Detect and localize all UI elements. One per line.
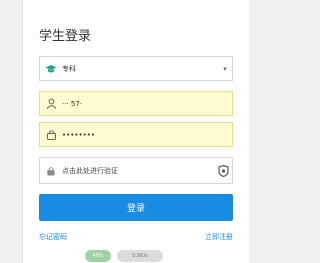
shield-icon [214,164,232,177]
password-value: •••••••• [62,130,96,139]
account-field[interactable]: ··· 57· [39,91,233,116]
verify-label: 点击此处进行验证 [62,166,118,175]
lock-icon [40,158,62,183]
page-title: 学生登录 [39,29,92,44]
account-value: ··· 57· [62,99,83,108]
graduation-cap-icon [40,57,62,80]
level-select-value: 专科 [62,64,76,73]
progress-tag: 49% [85,250,111,262]
user-icon [40,92,62,115]
chevron-down-icon: ▾ [223,64,227,73]
login-button[interactable]: 登录 [39,194,233,221]
register-link[interactable]: 立即注册 [205,232,233,242]
level-select[interactable]: 专科 ▾ [39,56,233,81]
login-card: 学生登录 专科 ▾ ··· 57· •••••••• 点击此处进行验证 登录 忘… [22,0,249,263]
speed-tag: 0.5K/s [117,250,163,262]
password-field[interactable]: •••••••• [39,122,233,147]
lock-icon [40,123,62,146]
forgot-password-link[interactable]: 忘记密码 [39,232,67,242]
verify-field[interactable]: 点击此处进行验证 [39,157,233,184]
